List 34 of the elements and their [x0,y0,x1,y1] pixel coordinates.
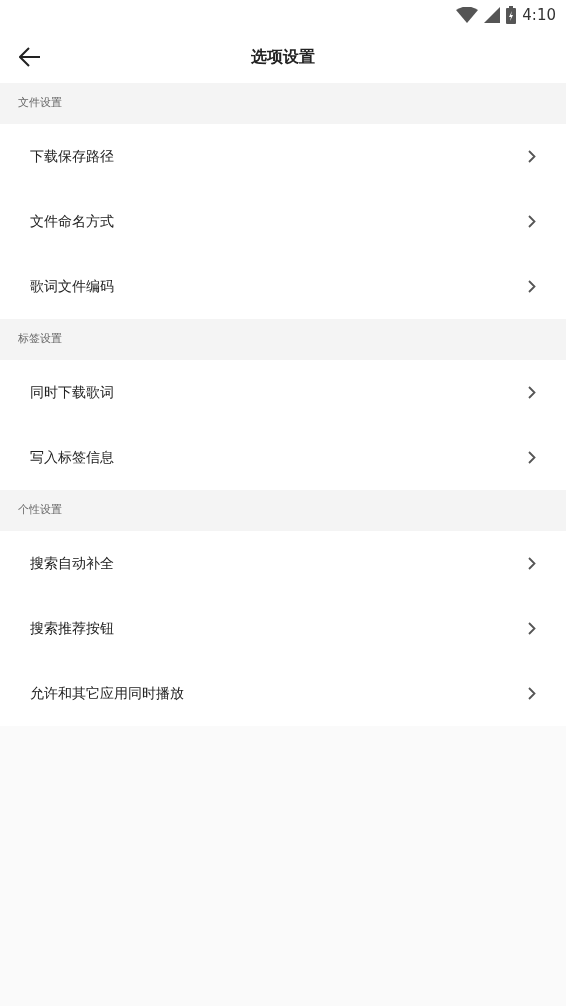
back-arrow-icon [19,47,41,67]
chevron-right-icon [528,557,536,570]
row-label: 允许和其它应用同时播放 [30,684,184,703]
row-label: 文件命名方式 [30,212,114,231]
back-button[interactable] [18,45,42,69]
battery-icon [506,6,517,24]
chevron-right-icon [528,687,536,700]
chevron-right-icon [528,215,536,228]
section-header: 标签设置 [0,319,566,360]
row-label: 下载保存路径 [30,147,114,166]
section-header: 个性设置 [0,490,566,531]
settings-row[interactable]: 同时下载歌词 [0,360,566,425]
settings-row[interactable]: 允许和其它应用同时播放 [0,661,566,726]
chevron-right-icon [528,451,536,464]
settings-row[interactable]: 搜索推荐按钮 [0,596,566,661]
settings-row[interactable]: 歌词文件编码 [0,254,566,319]
settings-row[interactable]: 下载保存路径 [0,124,566,189]
settings-row[interactable]: 文件命名方式 [0,189,566,254]
row-label: 搜索自动补全 [30,554,114,573]
row-label: 写入标签信息 [30,448,114,467]
wifi-icon [456,7,479,23]
row-label: 同时下载歌词 [30,383,114,402]
chevron-right-icon [528,150,536,163]
settings-row[interactable]: 写入标签信息 [0,425,566,490]
settings-row[interactable]: 搜索自动补全 [0,531,566,596]
chevron-right-icon [528,622,536,635]
section-header: 文件设置 [0,83,566,124]
chevron-right-icon [528,386,536,399]
chevron-right-icon [528,280,536,293]
status-time: 4:10 [522,4,556,26]
page-title: 选项设置 [251,45,315,68]
signal-icon [484,7,501,23]
row-label: 搜索推荐按钮 [30,619,114,638]
row-label: 歌词文件编码 [30,277,114,296]
